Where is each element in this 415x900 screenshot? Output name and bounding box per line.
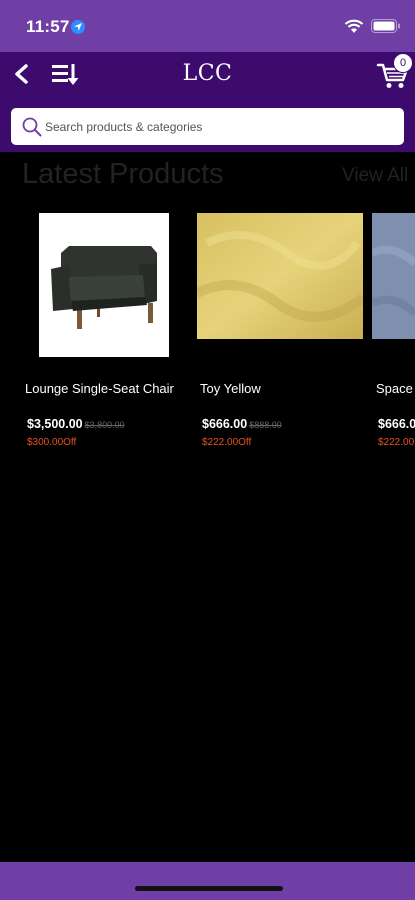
status-time: 11:57: [26, 17, 70, 36]
home-indicator: [135, 886, 283, 891]
section-title: Latest Products: [22, 158, 224, 190]
wifi-icon: [344, 19, 364, 33]
product-discount: $222.00Off: [202, 437, 252, 448]
view-all-link[interactable]: View All: [342, 165, 408, 187]
product-card[interactable]: Space $666.0 $222.00: [372, 213, 415, 463]
product-image: [39, 213, 169, 357]
bottom-bar: [0, 862, 415, 900]
product-old-price: $3,800.00: [84, 420, 125, 430]
status-bar: 11:57: [0, 0, 415, 52]
product-price-value: $3,500.00: [27, 417, 83, 431]
search-icon: [22, 117, 42, 137]
nav-bar: LCC 0: [0, 52, 415, 152]
product-name: Lounge Single-Seat Chair: [25, 381, 174, 396]
battery-icon: [371, 19, 400, 33]
app-title: LCC: [182, 61, 233, 86]
search-bar[interactable]: [11, 108, 404, 145]
product-price-value: $666.00: [202, 417, 248, 431]
product-image: [197, 213, 363, 339]
product-price: $666.00 $888.00: [202, 417, 282, 431]
product-price: $666.0: [378, 417, 415, 431]
product-discount: $222.00: [378, 437, 415, 448]
cart-badge: 0: [393, 53, 413, 73]
product-name: Space: [376, 381, 413, 396]
product-discount: $300.00Off: [27, 437, 77, 448]
product-name: Toy Yellow: [200, 381, 261, 396]
location-arrow-icon: [71, 20, 85, 34]
search-input[interactable]: [45, 108, 385, 145]
product-price-value: $666.0: [378, 417, 415, 431]
product-old-price: $888.00: [249, 420, 282, 430]
product-image: [372, 213, 415, 339]
product-price: $3,500.00 $3,800.00: [27, 417, 125, 431]
